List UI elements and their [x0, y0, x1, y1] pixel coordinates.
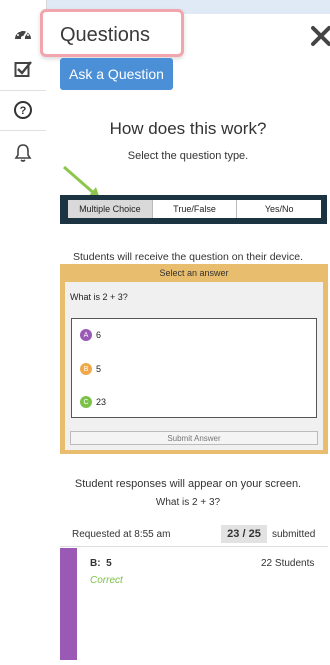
receive-text: Students will receive the question on th… [73, 251, 303, 263]
device-body: What is 2 + 3? A 6 B 5 C 23 Submit Answe… [65, 282, 323, 450]
close-icon[interactable] [310, 25, 330, 47]
submitted-label: submitted [272, 529, 316, 540]
device-preview: Select an answer What is 2 + 3? A 6 B 5 … [60, 264, 328, 454]
answer-letter-badge: C [80, 396, 92, 408]
sidebar-divider [0, 130, 46, 131]
answer-option[interactable]: B 5 [80, 363, 101, 375]
sidebar-divider [0, 90, 46, 91]
device-header: Select an answer [159, 268, 229, 278]
type-multiple-choice[interactable]: Multiple Choice [68, 200, 153, 218]
answer-value: 23 [96, 397, 107, 407]
answer-value: 5 [96, 364, 102, 374]
select-type-text: Select the question type. [127, 150, 249, 162]
response-result-card: B: 5 22 Students Correct [60, 548, 328, 660]
device-question: What is 2 + 3? [70, 292, 128, 302]
result-answer: B: 5 [90, 558, 112, 569]
question-type-selector: Multiple Choice True/False Yes/No [60, 195, 327, 224]
type-true-false[interactable]: True/False [153, 200, 238, 218]
divider [60, 546, 328, 547]
answer-letter-badge: A [80, 329, 92, 341]
answer-value: 6 [96, 330, 102, 340]
page-title: Questions [60, 24, 151, 46]
bell-icon[interactable] [0, 136, 46, 170]
checkbox-icon[interactable] [0, 52, 46, 86]
sidebar: ? [0, 0, 47, 665]
answer-option[interactable]: C 23 [80, 396, 106, 408]
answer-option[interactable]: A 6 [80, 329, 101, 341]
submission-count-badge: 23 / 25 [221, 525, 267, 543]
answer-list: A 6 B 5 C 23 [71, 318, 317, 418]
responses-intro: Student responses will appear on your sc… [74, 478, 302, 490]
ask-question-button[interactable]: Ask a Question [60, 58, 173, 90]
answer-letter-badge: B [80, 363, 92, 375]
responses-question: What is 2 + 3? [155, 497, 221, 508]
result-status: Correct [90, 575, 123, 586]
result-color-bar [60, 548, 77, 660]
result-student-count: 22 Students [261, 558, 315, 569]
type-yes-no[interactable]: Yes/No [237, 200, 321, 218]
requested-time: Requested at 8:55 am [72, 529, 171, 540]
page-title-box: Questions [40, 9, 184, 57]
svg-text:?: ? [20, 105, 27, 117]
submit-answer-button[interactable]: Submit Answer [70, 431, 318, 445]
how-heading: How does this work? [109, 119, 267, 138]
question-icon[interactable]: ? [0, 93, 46, 127]
